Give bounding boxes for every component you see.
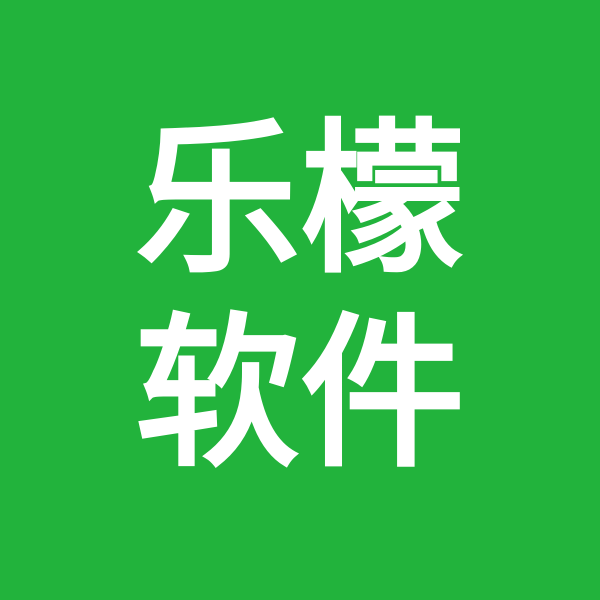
logo-text-line-1: 乐檬: [135, 104, 465, 296]
logo-tile: 乐檬 软件: [0, 0, 600, 600]
logo-text-line-2: 软件: [135, 298, 465, 490]
